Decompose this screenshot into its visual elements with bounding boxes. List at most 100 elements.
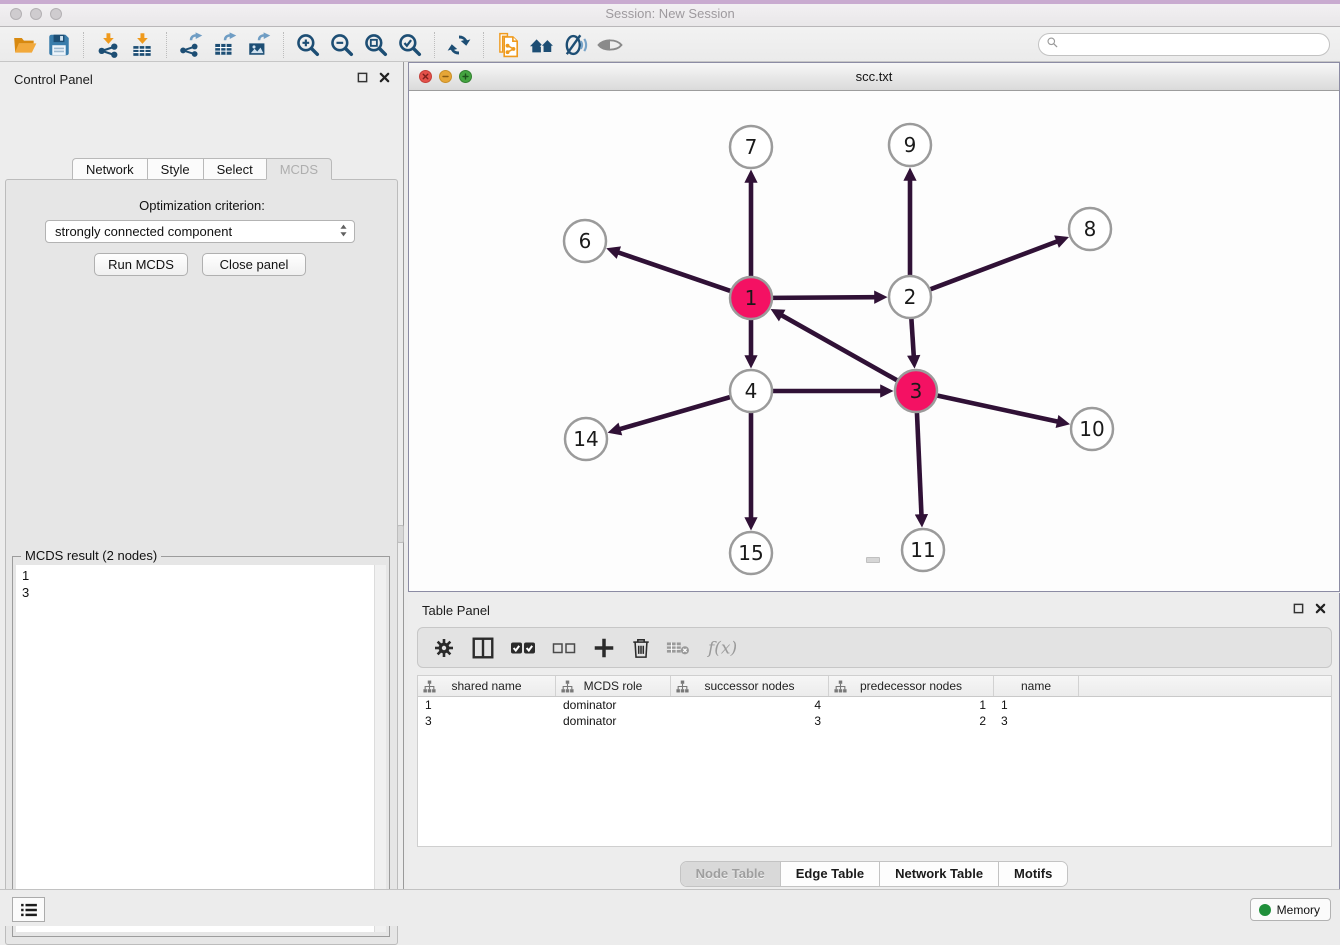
column-header-MCDS-role[interactable]: MCDS role [556,676,671,696]
edge-3-10[interactable] [937,395,1058,421]
mcds-result-text[interactable]: 1 3 [16,565,376,932]
titlebar-accent [0,0,1340,4]
column-label: shared name [451,679,521,693]
memory-button[interactable]: Memory [1250,898,1331,921]
application-window: Session: New Session Control Panel Netwo… [0,0,1340,926]
statusbar: Memory [0,889,1340,926]
tab-motifs[interactable]: Motifs [999,862,1067,886]
criterion-select[interactable]: strongly connected component [45,220,355,243]
toolbar-separator [83,32,84,58]
close-panel-icon[interactable] [378,71,391,84]
import-network-icon[interactable] [91,30,125,60]
node-label-2: 2 [904,285,917,309]
table-panel-title: Table Panel [422,603,490,618]
export-table-icon[interactable] [208,30,242,60]
eye-icon[interactable] [593,30,627,60]
horizontal-splitter-handle[interactable] [866,557,880,563]
table-panel-header: Table Panel [408,593,1339,627]
zoom-selected-icon[interactable] [393,30,427,60]
control-panel-tabs: NetworkStyleSelectMCDS [0,158,404,180]
table-row[interactable]: 1dominator411 [418,697,1331,713]
tab-select[interactable]: Select [203,158,266,180]
float-panel-icon[interactable] [356,71,369,84]
tab-style[interactable]: Style [147,158,203,180]
save-icon[interactable] [42,30,76,60]
column-header-predecessor-nodes[interactable]: predecessor nodes [829,676,994,696]
homes-icon[interactable] [525,30,559,60]
add-icon[interactable] [592,634,616,662]
network-graph[interactable]: 7968124314101511 [409,91,1339,591]
mcds-result-scrollbar[interactable] [374,565,386,932]
node-label-11: 11 [910,538,935,562]
open-icon[interactable] [8,30,42,60]
column-header-shared-name[interactable]: shared name [418,676,556,696]
vizmap-icon[interactable] [559,30,593,60]
float-table-panel-icon[interactable] [1292,602,1305,615]
toolbar-separator [283,32,284,58]
node-label-14: 14 [573,427,598,451]
zoom-fit-icon[interactable] [359,30,393,60]
mcds-result-groupbox: MCDS result (2 nodes) 1 3 [12,556,390,937]
tab-node-table[interactable]: Node Table [681,862,781,886]
edge-3-1[interactable] [781,315,897,381]
zoom-out-icon[interactable] [325,30,359,60]
search-input[interactable] [1059,34,1329,55]
close-table-panel-icon[interactable] [1314,602,1327,615]
column-header-name[interactable]: name [994,676,1079,696]
edge-1-6[interactable] [618,252,731,291]
network-window-titlebar[interactable]: scc.txt [409,63,1339,91]
edge-2-8[interactable] [930,241,1058,289]
tab-mcds[interactable]: MCDS [266,158,332,180]
deselect-all-icon[interactable] [551,634,577,662]
list-icon [20,903,38,917]
cell-successor-nodes: 3 [671,714,829,728]
edge-4-14[interactable] [620,397,731,429]
export-image-icon[interactable] [242,30,276,60]
network-canvas[interactable]: 7968124314101511 [409,91,1339,591]
column-header-successor-nodes[interactable]: successor nodes [671,676,829,696]
copy-network-icon[interactable] [491,30,525,60]
search-icon [1046,36,1059,54]
gear-icon[interactable] [432,634,456,662]
memory-label: Memory [1277,903,1320,917]
run-mcds-button[interactable]: Run MCDS [94,253,188,276]
column-label: name [1021,679,1051,693]
tab-edge-table[interactable]: Edge Table [781,862,880,886]
refresh-icon[interactable] [442,30,476,60]
criterion-value: strongly connected component [55,224,339,239]
cell-predecessor-nodes: 1 [829,698,994,712]
split-columns-icon[interactable] [471,634,495,662]
zoom-in-icon[interactable] [291,30,325,60]
import-table-icon[interactable] [125,30,159,60]
node-label-3: 3 [910,379,923,403]
close-panel-button[interactable]: Close panel [202,253,306,276]
vertical-splitter-handle[interactable] [397,525,404,543]
edge-3-11[interactable] [917,412,922,515]
edge-2-3[interactable] [911,318,913,356]
memory-status-icon [1259,904,1271,916]
table-header-row: shared name MCDS rolesuccessor nodes prede… [418,676,1331,697]
select-all-icon[interactable] [510,634,536,662]
node-table[interactable]: shared name MCDS rolesuccessor nodes prede… [417,675,1332,847]
window-title: Session: New Session [0,6,1340,21]
table-row[interactable]: 3dominator323 [418,713,1331,729]
cell-successor-nodes: 4 [671,698,829,712]
tab-network[interactable]: Network [72,158,147,180]
show-panels-button[interactable] [12,897,45,922]
column-label: predecessor nodes [860,679,962,693]
toolbar-items [8,27,627,62]
control-panel-title: Control Panel [14,72,93,87]
table-tabs: Node TableEdge TableNetwork TableMotifs [408,861,1340,887]
search-field[interactable] [1038,33,1330,56]
cell-MCDS-role: dominator [556,698,671,712]
node-label-6: 6 [579,229,592,253]
table-body: 1dominator4113dominator323 [418,697,1331,729]
tab-network-table[interactable]: Network Table [880,862,999,886]
edge-1-2[interactable] [772,297,875,298]
node-label-8: 8 [1084,217,1097,241]
trash-icon[interactable] [631,634,651,662]
export-network-icon[interactable] [174,30,208,60]
cell-MCDS-role: dominator [556,714,671,728]
chevron-updown-icon [339,223,348,241]
titlebar: Session: New Session [0,0,1340,27]
